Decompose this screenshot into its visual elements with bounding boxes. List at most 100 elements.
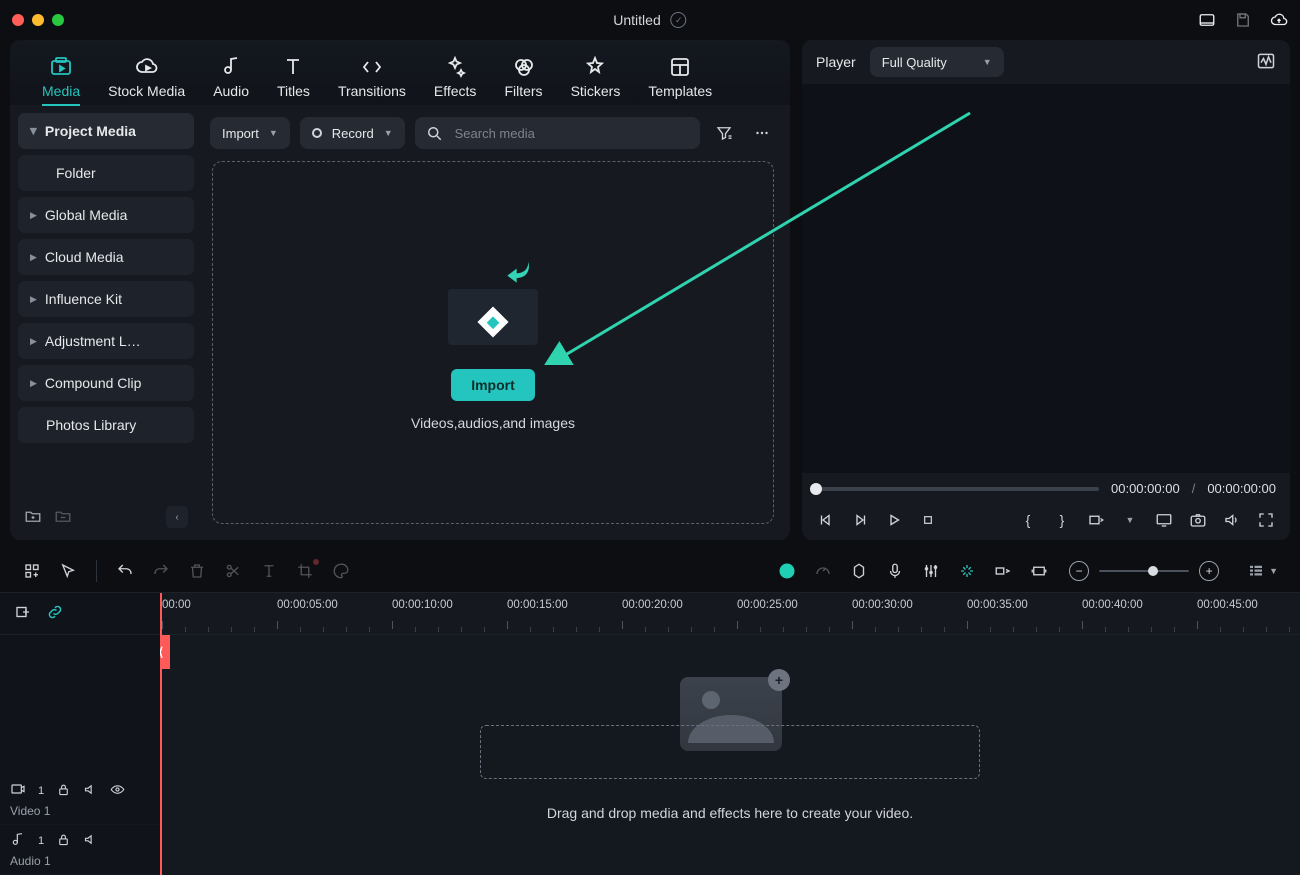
tab-titles[interactable]: Titles (263, 49, 324, 105)
mic-icon[interactable] (885, 561, 905, 581)
crop-button[interactable] (295, 561, 315, 581)
track-head-audio[interactable]: 1 Audio 1 (0, 825, 160, 875)
display-button[interactable] (1154, 510, 1174, 530)
delete-button[interactable] (187, 561, 207, 581)
search-input[interactable] (453, 125, 690, 142)
fit-icon[interactable] (1029, 561, 1049, 581)
aspect-menu[interactable] (1086, 510, 1106, 530)
tab-label: Stickers (571, 83, 621, 99)
add-track-icon[interactable] (14, 603, 32, 624)
quality-select[interactable]: Full Quality ▼ (870, 47, 1004, 77)
collapse-sidebar-button[interactable]: ‹ (166, 506, 188, 528)
save-icon[interactable] (1234, 11, 1252, 29)
player-viewport[interactable] (802, 84, 1290, 473)
audio-mixer-icon[interactable] (921, 561, 941, 581)
text-button[interactable] (259, 561, 279, 581)
close-window-button[interactable] (12, 14, 24, 26)
search-media[interactable] (415, 117, 700, 149)
sidebar-project-media[interactable]: ▶ Project Media (18, 113, 194, 149)
track-name: Video 1 (10, 804, 150, 818)
mute-icon[interactable] (83, 782, 98, 800)
zoom-out-button[interactable]: − (1069, 561, 1089, 581)
maximize-window-button[interactable] (52, 14, 64, 26)
new-folder-icon[interactable] (24, 507, 42, 528)
ripple-icon[interactable] (993, 561, 1013, 581)
media-sidebar: ▶ Project Media Folder ▶ Global Media ▶ … (18, 113, 194, 532)
sidebar-label: Photos Library (46, 417, 136, 433)
mark-in-button[interactable]: { (1018, 510, 1038, 530)
volume-button[interactable] (1222, 510, 1242, 530)
sidebar-adjustment-layer[interactable]: ▶ Adjustment L… (18, 323, 194, 359)
next-frame-button[interactable] (850, 510, 870, 530)
sidebar-photos-library[interactable]: Photos Library (18, 407, 194, 443)
add-marker-icon[interactable] (22, 561, 42, 581)
undo-button[interactable] (115, 561, 135, 581)
tab-label: Audio (213, 83, 249, 99)
add-media-button[interactable]: + (768, 669, 790, 691)
waveform-icon[interactable] (1256, 51, 1276, 74)
tab-filters[interactable]: Filters (490, 49, 556, 105)
timeline-ruler[interactable]: 00:0000:00:05:0000:00:10:0000:00:15:0000… (160, 593, 1300, 635)
marker-icon[interactable] (849, 561, 869, 581)
prev-frame-button[interactable] (816, 510, 836, 530)
ruler-tick: 00:00:45:00 (1197, 599, 1258, 611)
tab-label: Transitions (338, 83, 406, 99)
timeline-dropzone[interactable] (480, 725, 980, 779)
dropzone-illustration (433, 255, 553, 355)
filter-button[interactable] (710, 119, 738, 147)
link-tracks-icon[interactable] (46, 603, 64, 624)
player-controls: { } ▼ (802, 504, 1290, 540)
split-button[interactable] (223, 561, 243, 581)
view-toggle-button[interactable]: ▼ (1247, 562, 1278, 580)
tab-stock-media[interactable]: Stock Media (94, 49, 199, 105)
minimize-window-button[interactable] (32, 14, 44, 26)
select-tool-icon[interactable] (58, 561, 78, 581)
fullscreen-button[interactable] (1256, 510, 1276, 530)
snap-icon[interactable] (957, 561, 977, 581)
tab-audio[interactable]: Audio (199, 49, 263, 105)
resource-tabs: Media Stock Media Audio Titles Transitio… (10, 40, 790, 105)
tab-effects[interactable]: Effects (420, 49, 491, 105)
tab-media[interactable]: Media (28, 49, 94, 105)
ruler-tick: 00:00:15:00 (507, 599, 568, 611)
cloud-upload-icon[interactable] (1270, 11, 1288, 29)
ai-button[interactable] (777, 561, 797, 581)
lock-icon[interactable] (56, 832, 71, 850)
track-head-video[interactable]: 1 Video 1 (0, 775, 160, 825)
zoom-slider[interactable] (1099, 570, 1189, 572)
track-name: Audio 1 (10, 854, 150, 868)
more-button[interactable] (748, 119, 776, 147)
stop-button[interactable] (918, 510, 938, 530)
sidebar-influence-kit[interactable]: ▶ Influence Kit (18, 281, 194, 317)
layout-icon[interactable] (1198, 11, 1216, 29)
media-dropzone[interactable]: Import Videos,audios,and images (212, 161, 774, 524)
seek-slider[interactable] (816, 487, 1099, 491)
timeline-canvas[interactable]: 00:0000:00:05:0000:00:10:0000:00:15:0000… (160, 593, 1300, 875)
tab-stickers[interactable]: Stickers (557, 49, 635, 105)
track-badge: 1 (38, 785, 44, 797)
eye-icon[interactable] (110, 782, 125, 800)
titlebar-actions (1198, 11, 1288, 29)
import-dropdown[interactable]: Import ▼ (210, 117, 290, 149)
sidebar-global-media[interactable]: ▶ Global Media (18, 197, 194, 233)
mute-icon[interactable] (83, 832, 98, 850)
snapshot-button[interactable] (1188, 510, 1208, 530)
sidebar-folder[interactable]: Folder (18, 155, 194, 191)
lock-icon[interactable] (56, 782, 71, 800)
tab-transitions[interactable]: Transitions (324, 49, 420, 105)
import-button[interactable]: Import (451, 369, 535, 401)
color-button[interactable] (331, 561, 351, 581)
zoom-in-button[interactable]: + (1199, 561, 1219, 581)
redo-button[interactable] (151, 561, 171, 581)
timeline-zoom: − + (1069, 561, 1219, 581)
ruler-tick: 00:00:20:00 (622, 599, 683, 611)
mark-out-button[interactable]: } (1052, 510, 1072, 530)
tab-label: Media (42, 83, 80, 99)
speedometer-icon[interactable] (813, 561, 833, 581)
sidebar-cloud-media[interactable]: ▶ Cloud Media (18, 239, 194, 275)
delete-folder-icon[interactable] (54, 507, 72, 528)
record-dropdown[interactable]: Record ▼ (300, 117, 405, 149)
sidebar-compound-clip[interactable]: ▶ Compound Clip (18, 365, 194, 401)
tab-templates[interactable]: Templates (634, 49, 726, 105)
play-button[interactable] (884, 510, 904, 530)
